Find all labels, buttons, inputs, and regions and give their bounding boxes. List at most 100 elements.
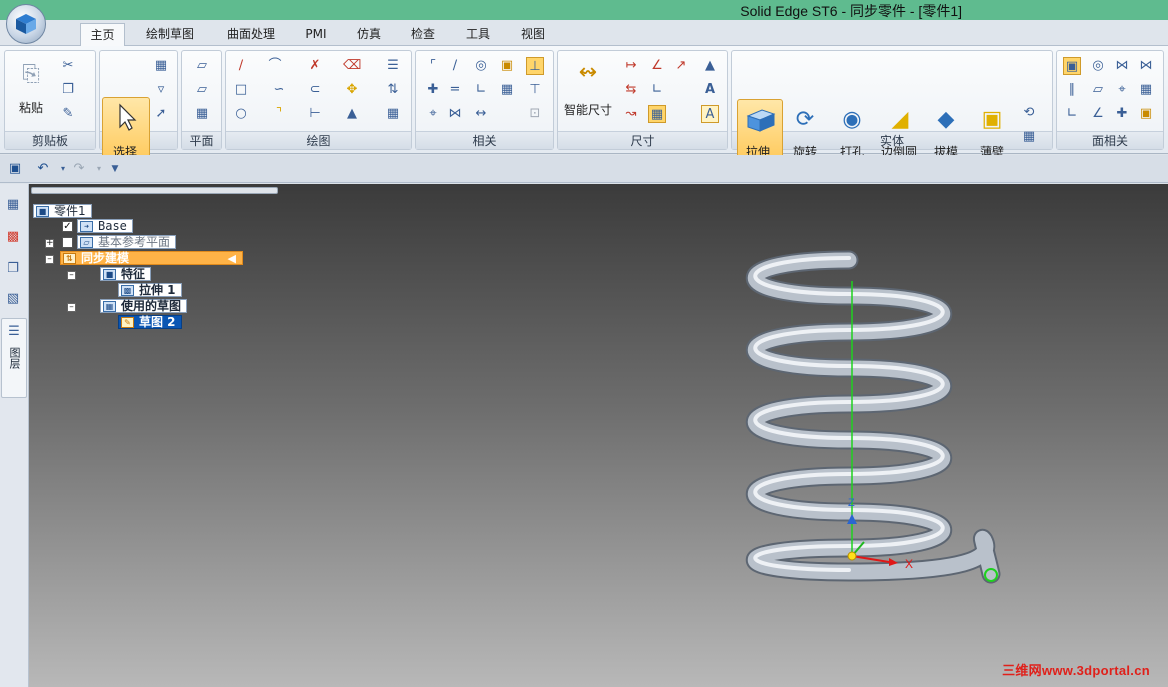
face-tangent-icon[interactable]: ⌖: [1113, 81, 1131, 99]
tab-tools[interactable]: 工具: [459, 23, 497, 46]
face-angle-icon[interactable]: ∠: [1089, 105, 1107, 123]
tab-inspect[interactable]: 检查: [404, 23, 442, 46]
pathfinder-tab-icon[interactable]: ▦: [4, 196, 22, 214]
customize-qat-icon[interactable]: ▼: [106, 160, 124, 178]
tree-ref-planes-node[interactable]: ▱ 基本参考平面: [77, 235, 177, 249]
face-parallel-icon[interactable]: ∥: [1063, 81, 1081, 99]
fillet-icon[interactable]: ⊂: [306, 81, 324, 99]
tree-sketch2-node[interactable]: ✎ 草图 2: [118, 315, 182, 329]
paste-icon[interactable]: ⎘: [15, 59, 47, 91]
font-icon[interactable]: A: [701, 81, 719, 99]
horizontal-vertical-icon[interactable]: ✚: [424, 81, 442, 99]
move-icon[interactable]: ✥: [343, 81, 361, 99]
parallel-plane-icon[interactable]: ▱: [193, 81, 211, 99]
symmetric-icon[interactable]: ⋈: [446, 105, 464, 123]
equal-icon[interactable]: =: [446, 81, 464, 99]
project-icon[interactable]: ☰: [384, 57, 402, 75]
tab-simulation[interactable]: 仿真: [350, 23, 388, 46]
tangent-icon[interactable]: ⌖: [424, 105, 442, 123]
face-concentric-icon[interactable]: ◎: [1089, 57, 1107, 75]
rectangle-icon[interactable]: □: [232, 81, 250, 99]
extend-icon[interactable]: ⊢: [306, 105, 324, 123]
tab-view[interactable]: 视图: [514, 23, 552, 46]
family-tab-icon[interactable]: ❐: [4, 260, 22, 278]
tree-sync-modeling-node[interactable]: ⇅ 同步建模 ◀: [60, 251, 243, 265]
tab-home[interactable]: 主页: [80, 23, 125, 47]
round-icon[interactable]: ◢: [884, 104, 916, 136]
parallel-icon[interactable]: ∕: [446, 57, 464, 75]
coincident-plane-icon[interactable]: ▱: [193, 57, 211, 75]
distance-between-icon[interactable]: ↦: [622, 57, 640, 75]
tab-surfacing[interactable]: 曲面处理: [219, 23, 283, 46]
format-painter-icon[interactable]: ✎: [59, 105, 77, 123]
face-ground-icon[interactable]: ✚: [1113, 105, 1131, 123]
helix-icon[interactable]: ⟲: [1020, 104, 1038, 122]
smart-dimension-icon[interactable]: ↭: [572, 57, 604, 89]
tab-sketch[interactable]: 绘制草图: [138, 23, 202, 46]
feature-library-tab-icon[interactable]: ▩: [4, 228, 22, 246]
thin-wall-icon[interactable]: ▣: [976, 104, 1008, 136]
tree-root-node[interactable]: ■ 零件1: [33, 204, 92, 218]
select-tools-icon[interactable]: ▦: [152, 57, 170, 75]
connect-icon[interactable]: ⌜: [424, 57, 442, 75]
save-icon[interactable]: ▣: [6, 160, 24, 178]
pathfinder-resize-bar[interactable]: [31, 187, 278, 194]
undo-icon[interactable]: ↶: [34, 160, 52, 178]
offset-icon[interactable]: ⌫: [343, 57, 361, 75]
angular-coordinate-icon[interactable]: ∟: [648, 81, 666, 99]
spring-model[interactable]: X Z: [684, 244, 1024, 584]
collapse-sketches-icon[interactable]: –: [67, 303, 76, 312]
paste-label[interactable]: 粘贴: [19, 99, 43, 116]
draft-icon[interactable]: ◆: [930, 104, 962, 136]
lock-icon[interactable]: ▣: [498, 57, 516, 75]
circle-icon[interactable]: ○: [232, 105, 250, 123]
curve-icon[interactable]: ∽: [270, 81, 288, 99]
symmetric-diameter-icon[interactable]: ⇆: [622, 81, 640, 99]
concentric-icon[interactable]: ◎: [472, 57, 490, 75]
construction-icon[interactable]: ⇅: [384, 81, 402, 99]
line-icon[interactable]: ∕: [232, 57, 250, 75]
collinear-icon[interactable]: ↔: [472, 105, 490, 123]
rigid-set-icon[interactable]: ▦: [498, 81, 516, 99]
ref-planes-visibility-checkbox[interactable]: [62, 237, 73, 248]
sketch-view-icon[interactable]: ▦: [384, 105, 402, 123]
arc-icon[interactable]: ⌒: [266, 57, 284, 75]
plane-more-icon[interactable]: ▦: [193, 105, 211, 123]
redo-icon[interactable]: ↷: [70, 160, 88, 178]
tree-base-node[interactable]: ➜ Base: [77, 219, 133, 233]
relationship-handles-icon[interactable]: ⊤: [526, 81, 544, 99]
sensors-tab-icon[interactable]: ▧: [4, 290, 22, 308]
pattern-icon[interactable]: ▦: [1020, 128, 1038, 146]
coordinate-dimension-icon[interactable]: ↗: [672, 57, 690, 75]
layers-tab[interactable]: ☰ 图层: [1, 318, 27, 398]
face-lock-icon[interactable]: ▣: [1137, 105, 1155, 123]
tree-extrude-node[interactable]: ▩ 拉伸 1: [118, 283, 182, 297]
angle-between-icon[interactable]: ∠: [648, 57, 666, 75]
filter-icon[interactable]: ▿: [152, 81, 170, 99]
face-coplanar-icon[interactable]: ▣: [1063, 57, 1081, 75]
perpendicular-icon[interactable]: ∟: [472, 81, 490, 99]
copy-icon[interactable]: ❐: [59, 81, 77, 99]
chamfer-icon[interactable]: ⌝: [270, 105, 288, 123]
face-offset-icon[interactable]: ▱: [1089, 81, 1107, 99]
hole-icon[interactable]: ◉: [836, 104, 868, 136]
tree-features-node[interactable]: ■ 特征: [100, 267, 152, 281]
dimension-axis-icon[interactable]: ↝: [622, 105, 640, 123]
application-button[interactable]: [6, 4, 46, 44]
mirror-icon[interactable]: ▲: [343, 105, 361, 123]
expand-ref-planes-icon[interactable]: +: [45, 239, 54, 248]
collapse-features-icon[interactable]: –: [67, 271, 76, 280]
text-color-icon[interactable]: A: [701, 105, 719, 123]
text-style-icon[interactable]: ▲: [701, 57, 719, 75]
smart-dimension-label[interactable]: 智能尺寸: [564, 101, 612, 118]
tree-used-sketches-node[interactable]: ▦ 使用的草图: [100, 299, 188, 313]
face-symmetric-icon[interactable]: ⋈: [1113, 57, 1131, 75]
graphics-viewport[interactable]: ■ 零件1 ✓ ➜ Base + ▱ 基本参考平面 – ⇅ 同步建模 ◀ – ■…: [29, 184, 1168, 687]
select-move-icon[interactable]: ➚: [152, 105, 170, 123]
collapse-sync-icon[interactable]: –: [45, 255, 54, 264]
base-visibility-checkbox[interactable]: ✓: [62, 221, 73, 232]
face-rigid-icon[interactable]: ▦: [1137, 81, 1155, 99]
maintain-relationships-icon[interactable]: ⊥: [526, 57, 544, 75]
trim-icon[interactable]: ✗: [306, 57, 324, 75]
cut-icon[interactable]: ✂: [59, 57, 77, 75]
